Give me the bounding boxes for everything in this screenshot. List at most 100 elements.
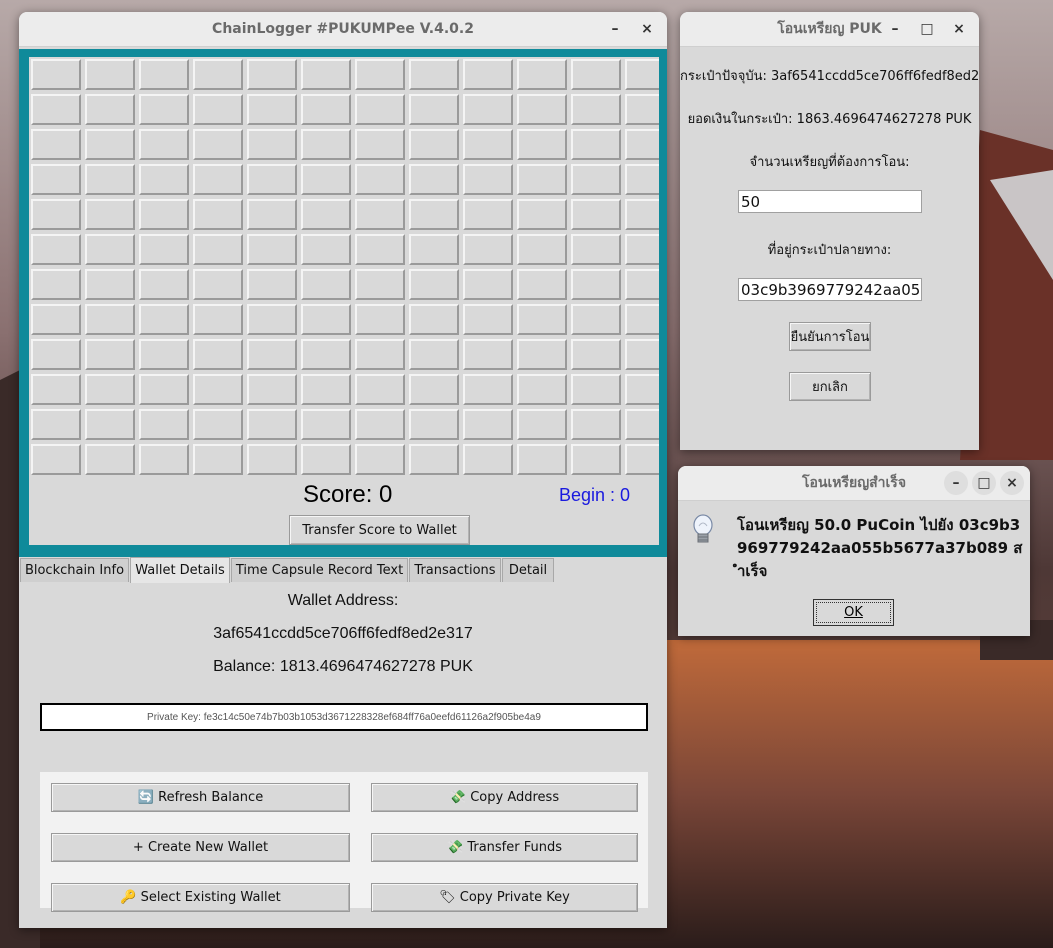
game-tile[interactable] — [31, 164, 81, 195]
game-tile[interactable] — [193, 199, 243, 230]
game-tile[interactable] — [193, 129, 243, 160]
game-tile[interactable] — [139, 129, 189, 160]
game-tile[interactable] — [301, 339, 351, 370]
game-tile[interactable] — [463, 59, 513, 90]
game-tile[interactable] — [517, 59, 567, 90]
game-tile[interactable] — [571, 374, 621, 405]
game-tile[interactable] — [31, 339, 81, 370]
game-tile[interactable] — [571, 304, 621, 335]
game-tile[interactable] — [193, 409, 243, 440]
game-tile[interactable] — [85, 374, 135, 405]
tab-time-capsule[interactable]: Time Capsule Record Text — [231, 558, 408, 582]
game-tile[interactable] — [463, 129, 513, 160]
game-tile[interactable] — [85, 234, 135, 265]
destination-input[interactable]: 03c9b3969779242aa055b5677a37b089 — [738, 278, 922, 301]
game-tile[interactable] — [85, 304, 135, 335]
game-tile[interactable] — [571, 269, 621, 300]
game-tile[interactable] — [625, 129, 659, 160]
game-tile[interactable] — [355, 94, 405, 125]
game-tile[interactable] — [517, 374, 567, 405]
tab-detail[interactable]: Detail — [502, 558, 554, 582]
game-tile[interactable] — [355, 129, 405, 160]
game-tile[interactable] — [193, 94, 243, 125]
game-tile[interactable] — [31, 304, 81, 335]
game-tile[interactable] — [31, 94, 81, 125]
game-tile[interactable] — [409, 409, 459, 440]
game-tile[interactable] — [409, 59, 459, 90]
game-tile[interactable] — [409, 164, 459, 195]
game-tile[interactable] — [517, 234, 567, 265]
game-tile[interactable] — [193, 374, 243, 405]
game-tile[interactable] — [463, 339, 513, 370]
game-tile[interactable] — [31, 269, 81, 300]
minimize-icon[interactable]: – — [881, 15, 909, 43]
game-tile[interactable] — [301, 444, 351, 475]
game-tile[interactable] — [139, 444, 189, 475]
game-tile[interactable] — [355, 339, 405, 370]
game-tile[interactable] — [409, 94, 459, 125]
game-tile[interactable] — [193, 269, 243, 300]
close-icon[interactable]: × — [633, 15, 661, 43]
private-key-field[interactable]: Private Key: fe3c14c50e74b7b03b1053d3671… — [40, 703, 648, 731]
game-tile[interactable] — [463, 234, 513, 265]
game-tile[interactable] — [247, 164, 297, 195]
game-tile[interactable] — [409, 374, 459, 405]
game-tile[interactable] — [193, 234, 243, 265]
game-tile[interactable] — [247, 409, 297, 440]
game-tile[interactable] — [625, 304, 659, 335]
game-tile[interactable] — [85, 269, 135, 300]
game-tile[interactable] — [355, 409, 405, 440]
game-tile[interactable] — [571, 199, 621, 230]
copy-private-key-button[interactable]: 🏷 Copy Private Key — [371, 883, 638, 912]
tab-wallet-details[interactable]: Wallet Details — [130, 557, 230, 583]
game-tile[interactable] — [409, 234, 459, 265]
game-tile[interactable] — [301, 164, 351, 195]
game-tile[interactable] — [355, 444, 405, 475]
game-tile[interactable] — [301, 304, 351, 335]
game-tile[interactable] — [301, 269, 351, 300]
game-tile[interactable] — [355, 199, 405, 230]
game-tile[interactable] — [517, 444, 567, 475]
game-tile[interactable] — [571, 94, 621, 125]
game-tile[interactable] — [625, 374, 659, 405]
cancel-button[interactable]: ยกเลิก — [789, 372, 871, 401]
create-wallet-button[interactable]: + Create New Wallet — [51, 833, 350, 862]
game-tile[interactable] — [571, 409, 621, 440]
confirm-transfer-button[interactable]: ยืนยันการโอน — [789, 322, 871, 351]
game-tile[interactable] — [571, 59, 621, 90]
game-tile[interactable] — [463, 164, 513, 195]
game-tile[interactable] — [355, 59, 405, 90]
game-tile[interactable] — [85, 199, 135, 230]
minimize-icon[interactable]: – — [944, 471, 968, 495]
game-tile[interactable] — [85, 339, 135, 370]
game-tile[interactable] — [571, 339, 621, 370]
game-tile[interactable] — [301, 129, 351, 160]
game-tile[interactable] — [247, 339, 297, 370]
game-tile[interactable] — [625, 269, 659, 300]
game-tile[interactable] — [625, 234, 659, 265]
game-tile[interactable] — [31, 374, 81, 405]
game-tile[interactable] — [139, 374, 189, 405]
game-tile[interactable] — [247, 59, 297, 90]
game-tile[interactable] — [301, 409, 351, 440]
game-tile[interactable] — [139, 339, 189, 370]
game-tile[interactable] — [625, 164, 659, 195]
game-tile[interactable] — [571, 164, 621, 195]
game-tile[interactable] — [517, 129, 567, 160]
game-tile[interactable] — [85, 409, 135, 440]
game-tile[interactable] — [409, 199, 459, 230]
game-tile[interactable] — [517, 199, 567, 230]
maximize-icon[interactable]: □ — [972, 471, 996, 495]
game-tile[interactable] — [247, 199, 297, 230]
game-tile[interactable] — [517, 269, 567, 300]
minimize-icon[interactable]: – — [601, 15, 629, 43]
tab-transactions[interactable]: Transactions — [409, 558, 501, 582]
game-tile[interactable] — [31, 199, 81, 230]
game-tile[interactable] — [625, 94, 659, 125]
maximize-icon[interactable]: □ — [913, 15, 941, 43]
game-tile[interactable] — [571, 129, 621, 160]
game-tile[interactable] — [139, 304, 189, 335]
transfer-score-button[interactable]: Transfer Score to Wallet — [289, 515, 470, 545]
game-tile[interactable] — [301, 374, 351, 405]
game-tile[interactable] — [247, 129, 297, 160]
